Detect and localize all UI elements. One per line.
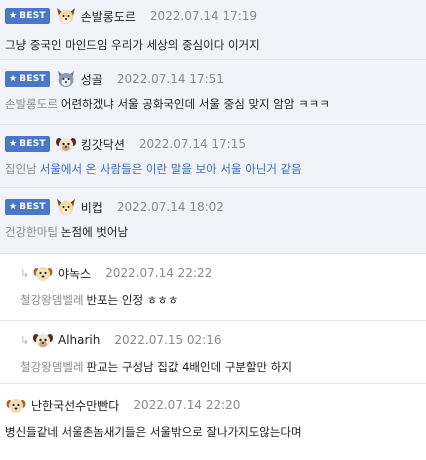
comment-header: 난한국선수만빤다 2022.07.14 22:20 [5,394,426,416]
round-dog-avatar-icon[interactable] [32,263,54,283]
comment-header: ★ BEST 비컵 2022.07.14 18:02 [5,196,426,218]
comment-date: 2022.07.15 02:16 [114,333,222,347]
mention-tag[interactable]: 철강왕뎀벨레 [20,293,83,307]
reply-arrow-icon: ↳ [20,266,30,280]
best-badge: ★ BEST [5,136,50,152]
comment-text: 논점에 벗어남 [60,225,129,239]
comment: 난한국선수만빤다 2022.07.14 22:20 병신들같네 서울촌놈새기들은… [0,384,426,460]
comment-body: 철강왕뎀벨레 판교는 구성남 집값 4배인데 구분할만 하지 [20,359,426,375]
comment-text: 어련하겠냐 서울 공화국인데 서울 중심 맞지 암암 ㅋㅋㅋ [60,97,330,111]
star-icon: ★ [9,11,18,21]
best-comment: ★ BEST 손발롱도르 2022.07.14 17:19 그냥 중국인 마인드임… [0,0,426,60]
best-badge: ★ BEST [5,199,50,215]
comment-header: ↳ 야녹스 2022.07.14 22:22 [20,262,426,284]
star-icon: ★ [9,139,18,149]
reply-comment: ↳ 야녹스 2022.07.14 22:22 철강왕뎀벨레 반포는 인정 ㅎㅎㅎ [0,254,426,321]
mention-tag[interactable]: 건강한마팁 [5,225,58,239]
best-badge: ★ BEST [5,71,50,87]
comment-author[interactable]: 비컵 [81,199,103,216]
reply-comment: ↳ Alharih 2022.07.15 02:16 철강왕뎀벨레 판교는 구성남… [0,321,426,384]
comment-body: 집인남 서울에서 온 사람들은 이란 말을 보아 서울 아닌거 같음 [5,161,426,177]
comment-author[interactable]: 성골 [81,71,103,88]
best-comment: ★ BEST 성골 2022.07.14 17:51 손발롱도르 어련하겠냐 서울 … [0,60,426,125]
dog-avatar-icon[interactable] [55,197,77,217]
comment-date: 2022.07.14 22:22 [105,266,213,280]
comment-thread: ★ BEST 손발롱도르 2022.07.14 17:19 그냥 중국인 마인드임… [0,0,426,460]
comment-author[interactable]: 난한국선수만빤다 [31,397,119,414]
comment-body: 손발롱도르 어련하겠냐 서울 공화국인데 서울 중심 맞지 암암 ㅋㅋㅋ [5,96,426,112]
comment-date: 2022.07.14 17:19 [149,9,258,23]
best-badge: ★ BEST [5,8,50,24]
reply-arrow-icon: ↳ [20,333,30,347]
comment-date: 2022.07.14 18:02 [116,200,224,214]
best-comment: ★ BEST 비컵 2022.07.14 18:02 건강한마팁 논점에 벗어남 [0,188,426,254]
comment-body: 병신들같네 서울촌놈새기들은 서울밖으로 잘나가지도않는다며 [5,424,426,440]
comment-header: ★ BEST 손발롱도르 2022.07.14 17:19 [5,5,426,27]
comment-text: 판교는 구성남 집값 4배인데 구분할만 하지 [86,360,292,374]
star-icon: ★ [9,74,18,84]
comment-author[interactable]: 야녹스 [58,265,91,282]
mention-tag[interactable]: 철강왕뎀벨레 [20,360,83,374]
comment-text: 그냥 중국인 마인드임 우리가 세상의 중심이다 이거지 [5,38,260,52]
best-label: BEST [19,74,46,84]
pug-avatar-icon[interactable] [55,134,77,154]
round-dog-avatar-icon[interactable] [5,395,27,415]
comment-author[interactable]: 킹갓닥션 [81,136,125,153]
comment-text: 서울에서 온 사람들은 이란 말을 보아 서울 아닌거 같음 [39,162,302,176]
comment-body: 건강한마팁 논점에 벗어남 [5,224,426,240]
best-label: BEST [19,11,46,21]
comment-date: 2022.07.14 17:15 [138,137,246,151]
comment-text: 병신들같네 서울촌놈새기들은 서울밖으로 잘나가지도않는다며 [5,425,302,439]
best-comment: ★ BEST 킹갓닥션 2022.07.14 17:15 집인남 서울에서 온 사람… [0,125,426,188]
dog-avatar-icon[interactable] [55,6,77,26]
mention-tag[interactable]: 집인남 [5,162,37,176]
mention-tag[interactable]: 손발롱도르 [5,97,58,111]
comment-text: 반포는 인정 ㅎㅎㅎ [86,293,179,307]
comment-body: 그냥 중국인 마인드임 우리가 세상의 중심이다 이거지 [5,37,426,53]
comment-body: 철강왕뎀벨레 반포는 인정 ㅎㅎㅎ [20,292,426,308]
best-label: BEST [19,202,46,212]
comment-header: ↳ Alharih 2022.07.15 02:16 [20,329,426,351]
comment-date: 2022.07.14 17:51 [116,72,224,86]
comment-author[interactable]: Alharih [58,333,100,347]
comment-author[interactable]: 손발롱도르 [81,8,136,25]
comment-header: ★ BEST 킹갓닥션 2022.07.14 17:15 [5,133,426,155]
husky-avatar-icon[interactable] [55,69,77,89]
comment-header: ★ BEST 성골 2022.07.14 17:51 [5,68,426,90]
best-label: BEST [19,139,46,149]
pug-avatar-icon[interactable] [32,330,54,350]
comment-date: 2022.07.14 22:20 [133,398,241,412]
star-icon: ★ [9,202,18,212]
